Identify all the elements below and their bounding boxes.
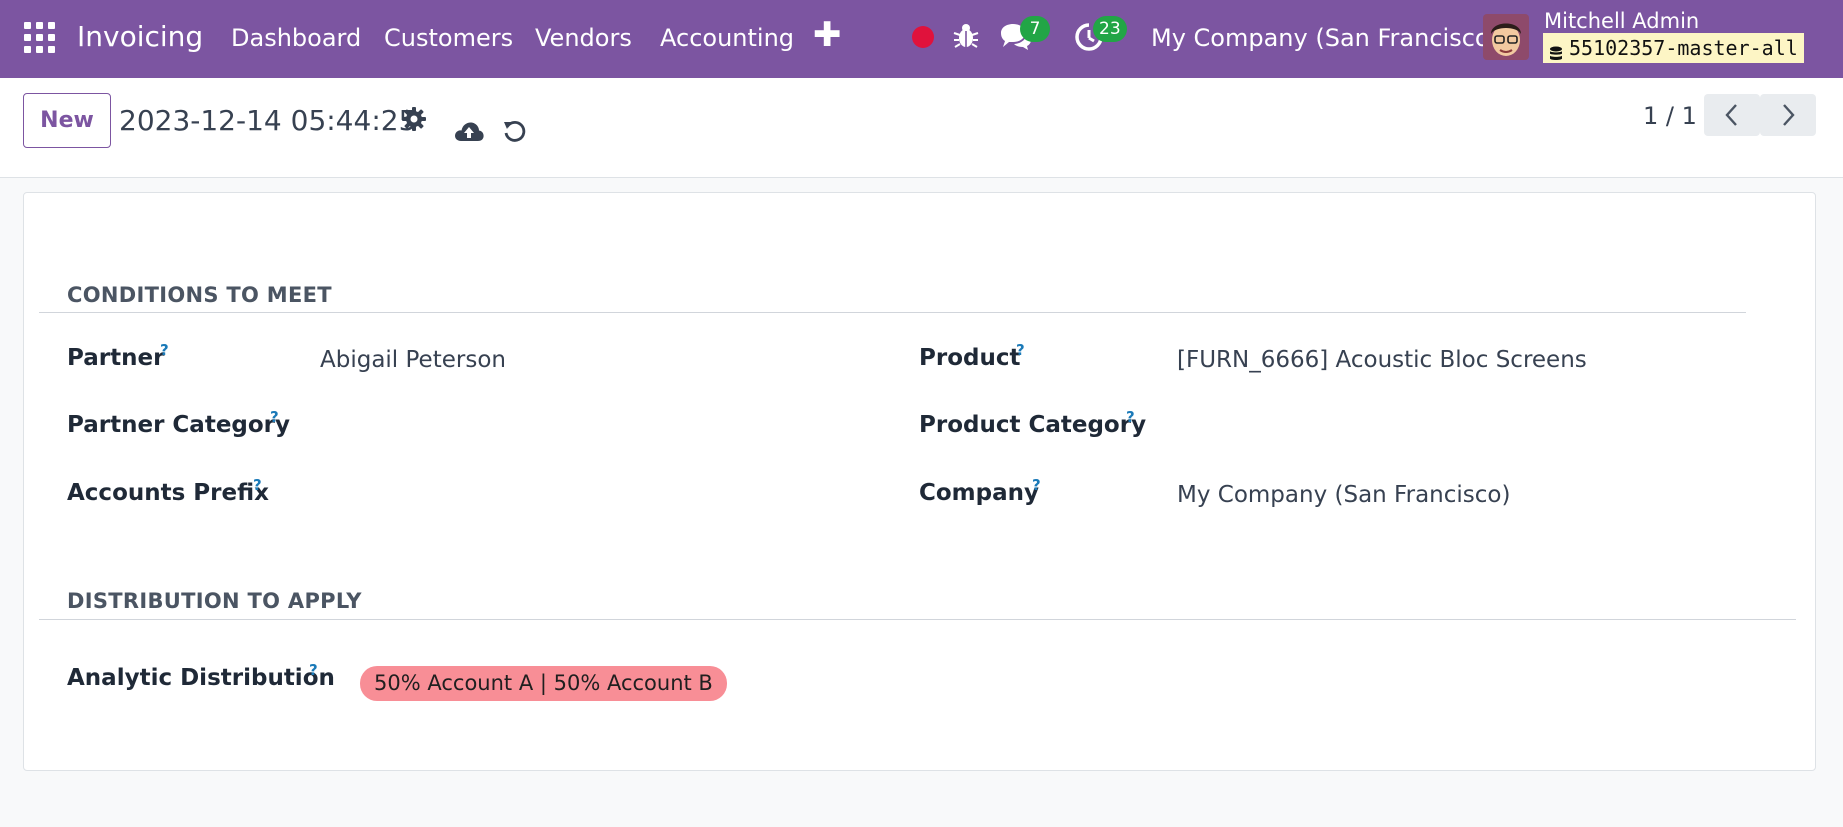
partner-help-tooltip[interactable]: ? xyxy=(160,341,169,359)
pager-previous-button[interactable] xyxy=(1704,94,1760,136)
distribution-section-title: DISTRIBUTION TO APPLY xyxy=(67,589,362,613)
conditions-divider xyxy=(39,312,1746,313)
plus-icon[interactable]: ✚ xyxy=(813,18,842,52)
menu-accounting[interactable]: Accounting xyxy=(660,24,794,52)
product-category-field[interactable] xyxy=(1177,412,1737,442)
gear-icon[interactable] xyxy=(402,107,426,131)
analytic-distribution-label: Analytic Distribution xyxy=(67,665,335,691)
database-name: 55102357-master-all xyxy=(1543,33,1804,63)
control-panel: New 2023-12-14 05:44:25 1 / 1 xyxy=(0,78,1843,178)
pager-next-button[interactable] xyxy=(1760,94,1816,136)
company-field[interactable]: My Company (San Francisco) xyxy=(1177,482,1510,508)
partner-category-help-tooltip[interactable]: ? xyxy=(270,408,279,426)
product-help-tooltip[interactable]: ? xyxy=(1016,341,1025,359)
chevron-right-icon xyxy=(1783,104,1795,126)
product-category-help-tooltip[interactable]: ? xyxy=(1126,408,1135,426)
form-sheet: CONDITIONS TO MEET Partner ? Abigail Pet… xyxy=(23,192,1816,771)
record-title: 2023-12-14 05:44:25 xyxy=(119,104,417,137)
record-dot-icon[interactable] xyxy=(912,26,934,48)
cloud-upload-icon[interactable] xyxy=(454,119,484,143)
user-name[interactable]: Mitchell Admin xyxy=(1544,9,1699,33)
product-category-label: Product Category xyxy=(919,412,1147,438)
messages-count-badge: 7 xyxy=(1020,16,1050,42)
app-name[interactable]: Invoicing xyxy=(77,20,203,53)
partner-category-field[interactable] xyxy=(320,412,840,442)
activities-count-badge: 23 xyxy=(1093,16,1127,42)
company-switcher[interactable]: My Company (San Francisco) xyxy=(1151,24,1499,52)
accounts-prefix-label: Accounts Prefix xyxy=(67,480,269,506)
company-label: Company xyxy=(919,480,1039,506)
distribution-divider xyxy=(39,619,1796,620)
conditions-section-title: CONDITIONS TO MEET xyxy=(67,283,332,307)
partner-label: Partner xyxy=(67,345,165,371)
analytic-distribution-help-tooltip[interactable]: ? xyxy=(309,661,318,679)
user-avatar[interactable] xyxy=(1483,14,1529,60)
apps-grid-icon[interactable] xyxy=(24,22,56,54)
new-button[interactable]: New xyxy=(23,93,111,148)
top-navbar: Invoicing Dashboard Customers Vendors Ac… xyxy=(0,0,1843,78)
menu-customers[interactable]: Customers xyxy=(384,24,513,52)
partner-category-label: Partner Category xyxy=(67,412,291,438)
partner-field[interactable]: Abigail Peterson xyxy=(320,347,506,373)
discard-icon[interactable] xyxy=(502,118,528,144)
pager-value[interactable]: 1 / 1 xyxy=(1643,102,1697,130)
menu-dashboard[interactable]: Dashboard xyxy=(231,24,361,52)
chevron-left-icon xyxy=(1725,104,1737,126)
accounts-prefix-help-tooltip[interactable]: ? xyxy=(253,476,262,494)
menu-vendors[interactable]: Vendors xyxy=(535,24,632,52)
analytic-distribution-tag[interactable]: 50% Account A | 50% Account B xyxy=(360,666,727,701)
bug-icon[interactable] xyxy=(953,22,979,50)
accounts-prefix-field[interactable] xyxy=(320,480,840,510)
product-field[interactable]: [FURN_6666] Acoustic Bloc Screens xyxy=(1177,347,1587,373)
database-name-text: 55102357-master-all xyxy=(1569,36,1798,60)
product-label: Product xyxy=(919,345,1021,371)
company-help-tooltip[interactable]: ? xyxy=(1032,476,1041,494)
database-icon xyxy=(1549,40,1563,60)
